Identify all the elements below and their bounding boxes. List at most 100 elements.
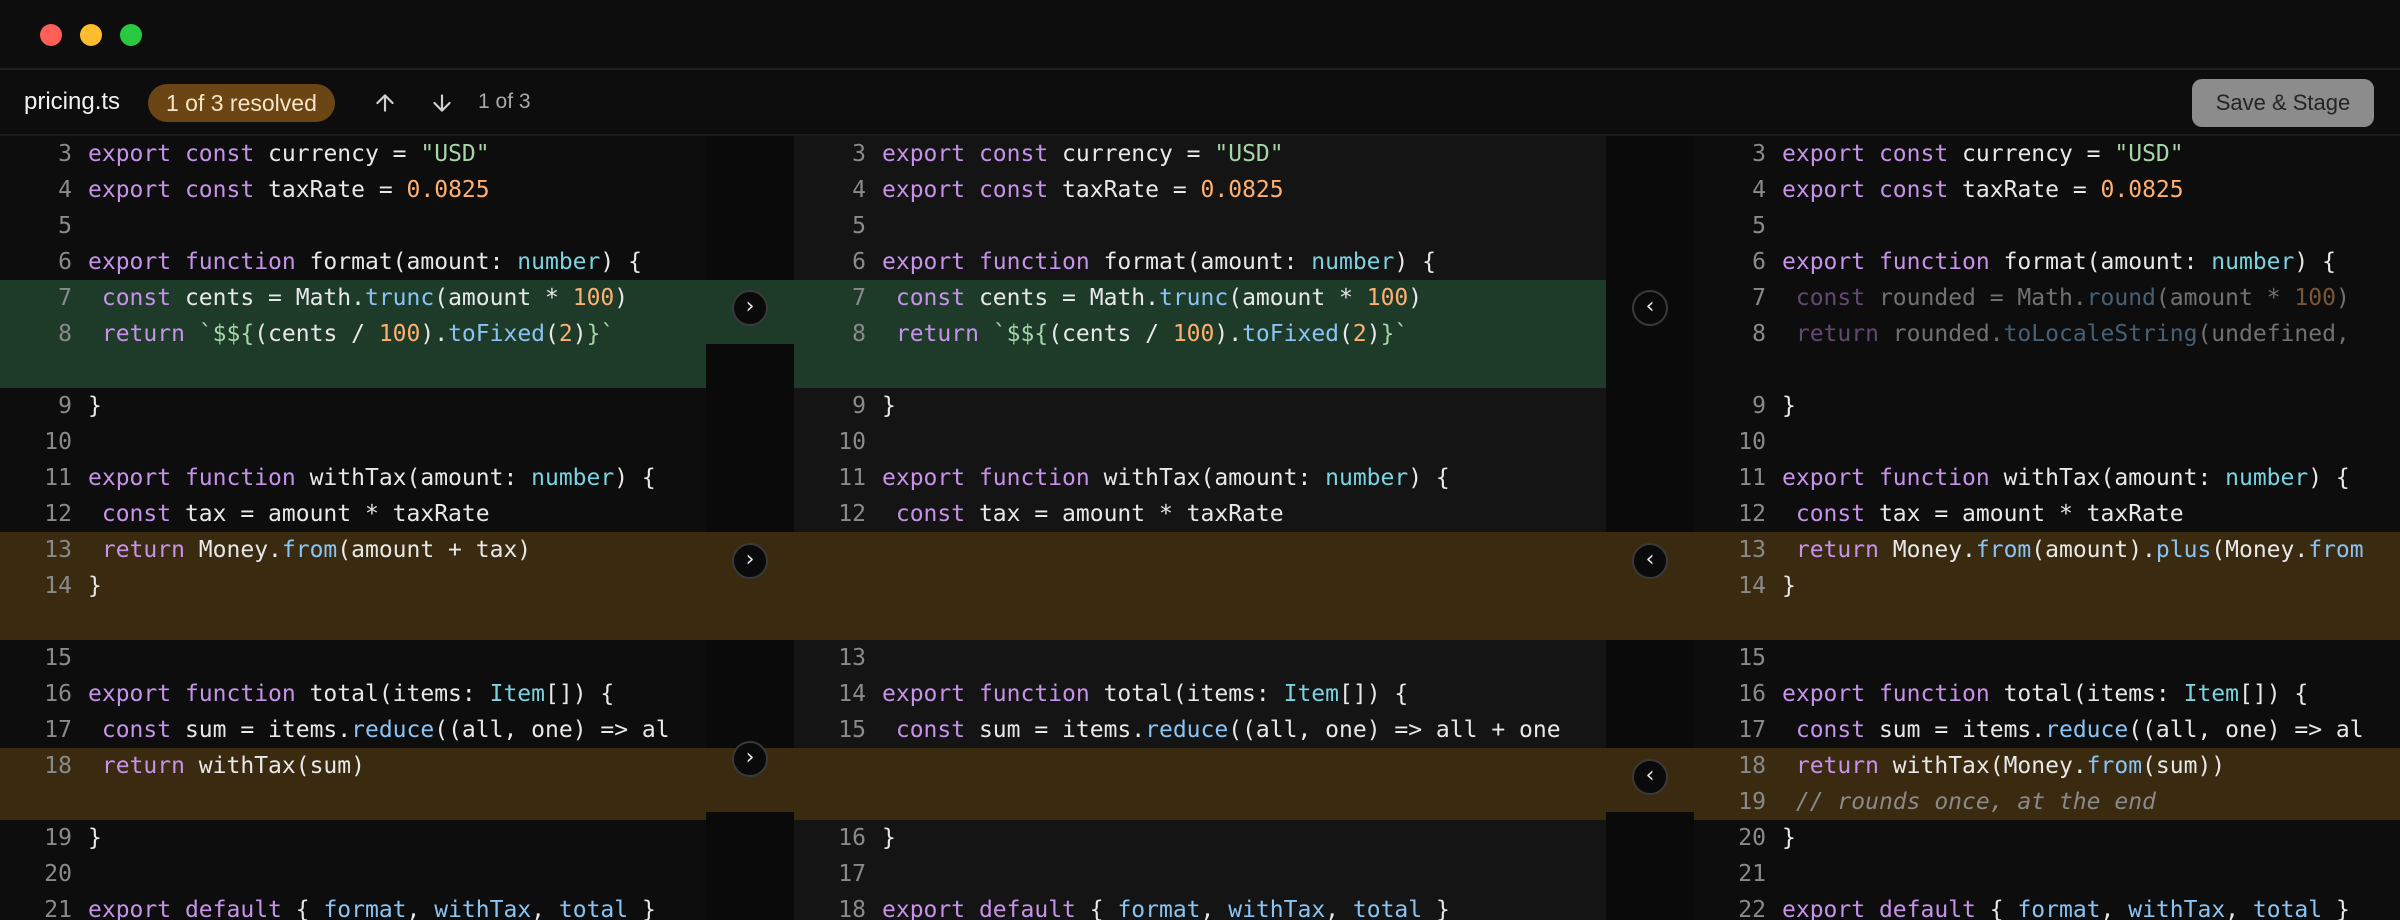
code-token: return [101,753,185,779]
previous-conflict-button[interactable] [368,86,402,120]
code-text: export function format(amount: number) { [866,244,1436,280]
incoming-pane[interactable]: 3 export const currency = "USD" 4 export co… [1694,136,2400,920]
code-line: 3 export const currency = "USD" [794,136,1284,172]
code-line: 10 [794,424,882,460]
code-token: ). [1214,321,1243,347]
code-text: const cents = Math.trunc(amount * 100) [866,280,1422,316]
close-window-button[interactable] [40,24,62,46]
line-number: 15 [44,645,72,671]
code-token: (amount * [2155,285,2295,311]
code-token: toLocaleString [2003,321,2198,347]
code-token: 0.0825 [406,177,490,203]
code-token: ((all, one) => al [2128,717,2364,743]
line-number: 16 [838,825,866,851]
line-number: 10 [838,429,866,455]
code-text: const sum = items.reduce((all, one) => a… [866,712,1561,748]
accept-left-change-button[interactable]: › [732,290,768,326]
save-and-stage-button[interactable]: Save & Stage [2192,79,2374,127]
minimize-window-button[interactable] [80,24,102,46]
code-token: (amount * [434,285,573,311]
line-number: 20 [1738,825,1766,851]
code-token: "USD" [2114,141,2184,167]
code-token: plus [2155,537,2212,563]
code-line: 15 [0,640,88,676]
code-token: from [281,537,338,563]
code-text: export default { format, withTax, total … [72,892,656,920]
accept-right-change-button[interactable]: ‹ [1632,543,1668,579]
code-token: cents = Math. [171,285,365,311]
code-token: (sum)) [2142,753,2226,779]
code-token: 100 [378,321,421,347]
code-line: 13 [794,640,882,676]
code-token: withTax [434,897,532,920]
code-token: const [978,177,1049,203]
code-token: 2 [558,321,573,347]
code-token: } [88,573,102,599]
code-token: // rounds once, at the end [1795,789,2156,815]
accept-right-change-button[interactable]: ‹ [1632,759,1668,795]
code-token: const [1878,141,1949,167]
local-pane[interactable]: 3 export const currency = "USD" 4 export co… [0,136,706,920]
code-token: export [88,465,172,491]
code-token: sum = items. [1865,717,2046,743]
line-number: 15 [1738,645,1766,671]
code-token: withTax(amount: [295,465,532,491]
left-merge-gutter: › › › [706,136,794,920]
code-token: } [882,825,896,851]
line-number: 10 [44,429,72,455]
code-text: export function withTax(amount: number) … [866,460,1450,496]
code-token: (amount * [1228,285,1367,311]
next-conflict-button[interactable] [425,86,459,120]
code-token: (undefined, [2197,321,2350,347]
code-token: total [558,897,629,920]
accept-left-change-button[interactable]: › [732,741,768,777]
code-token: []) { [1339,681,1409,707]
line-number: 11 [838,465,866,491]
code-token: , [2225,897,2253,920]
code-token: sum = items. [965,717,1146,743]
code-token: ) { [2308,465,2350,491]
code-token: reduce [351,717,435,743]
maximize-window-button[interactable] [120,24,142,46]
code-token: export [882,681,966,707]
code-line: 21 [1694,856,1782,892]
code-token: default [184,897,282,920]
code-text: export const currency = "USD" [866,136,1284,172]
code-token: export [1782,897,1866,920]
code-token: const [101,501,172,527]
code-token: export [882,249,966,275]
code-token: `$${ [198,321,255,347]
code-text: export const currency = "USD" [1766,136,2184,172]
line-number: 12 [1738,501,1766,527]
line-number: 11 [1738,465,1766,491]
code-token: 100 [572,285,615,311]
code-token: trunc [1158,285,1229,311]
line-number: 14 [838,681,866,707]
code-text: const tax = amount * taxRate [1766,496,2184,532]
code-token: number [517,249,601,275]
code-token: function [184,465,296,491]
code-token: format(amount: [1989,249,2212,275]
code-token: function [978,465,1090,491]
code-line: 7 const cents = Math.trunc(amount * 100) [794,280,1422,316]
code-line: 11 export function withTax(amount: number… [1694,460,2350,496]
merge-connector-graphic [706,280,794,812]
accept-left-change-button[interactable]: › [732,543,768,579]
code-token: tax = amount * taxRate [1865,501,2184,527]
code-token: export [1782,177,1866,203]
code-line: 7 const cents = Math.trunc(amount * 100) [0,280,628,316]
code-token: export [88,249,172,275]
accept-right-change-button[interactable]: ‹ [1632,290,1668,326]
code-text: const sum = items.reduce((all, one) => a… [72,712,670,748]
result-pane[interactable]: 3 export const currency = "USD" 4 export co… [794,136,1606,920]
code-token: , [406,897,435,920]
